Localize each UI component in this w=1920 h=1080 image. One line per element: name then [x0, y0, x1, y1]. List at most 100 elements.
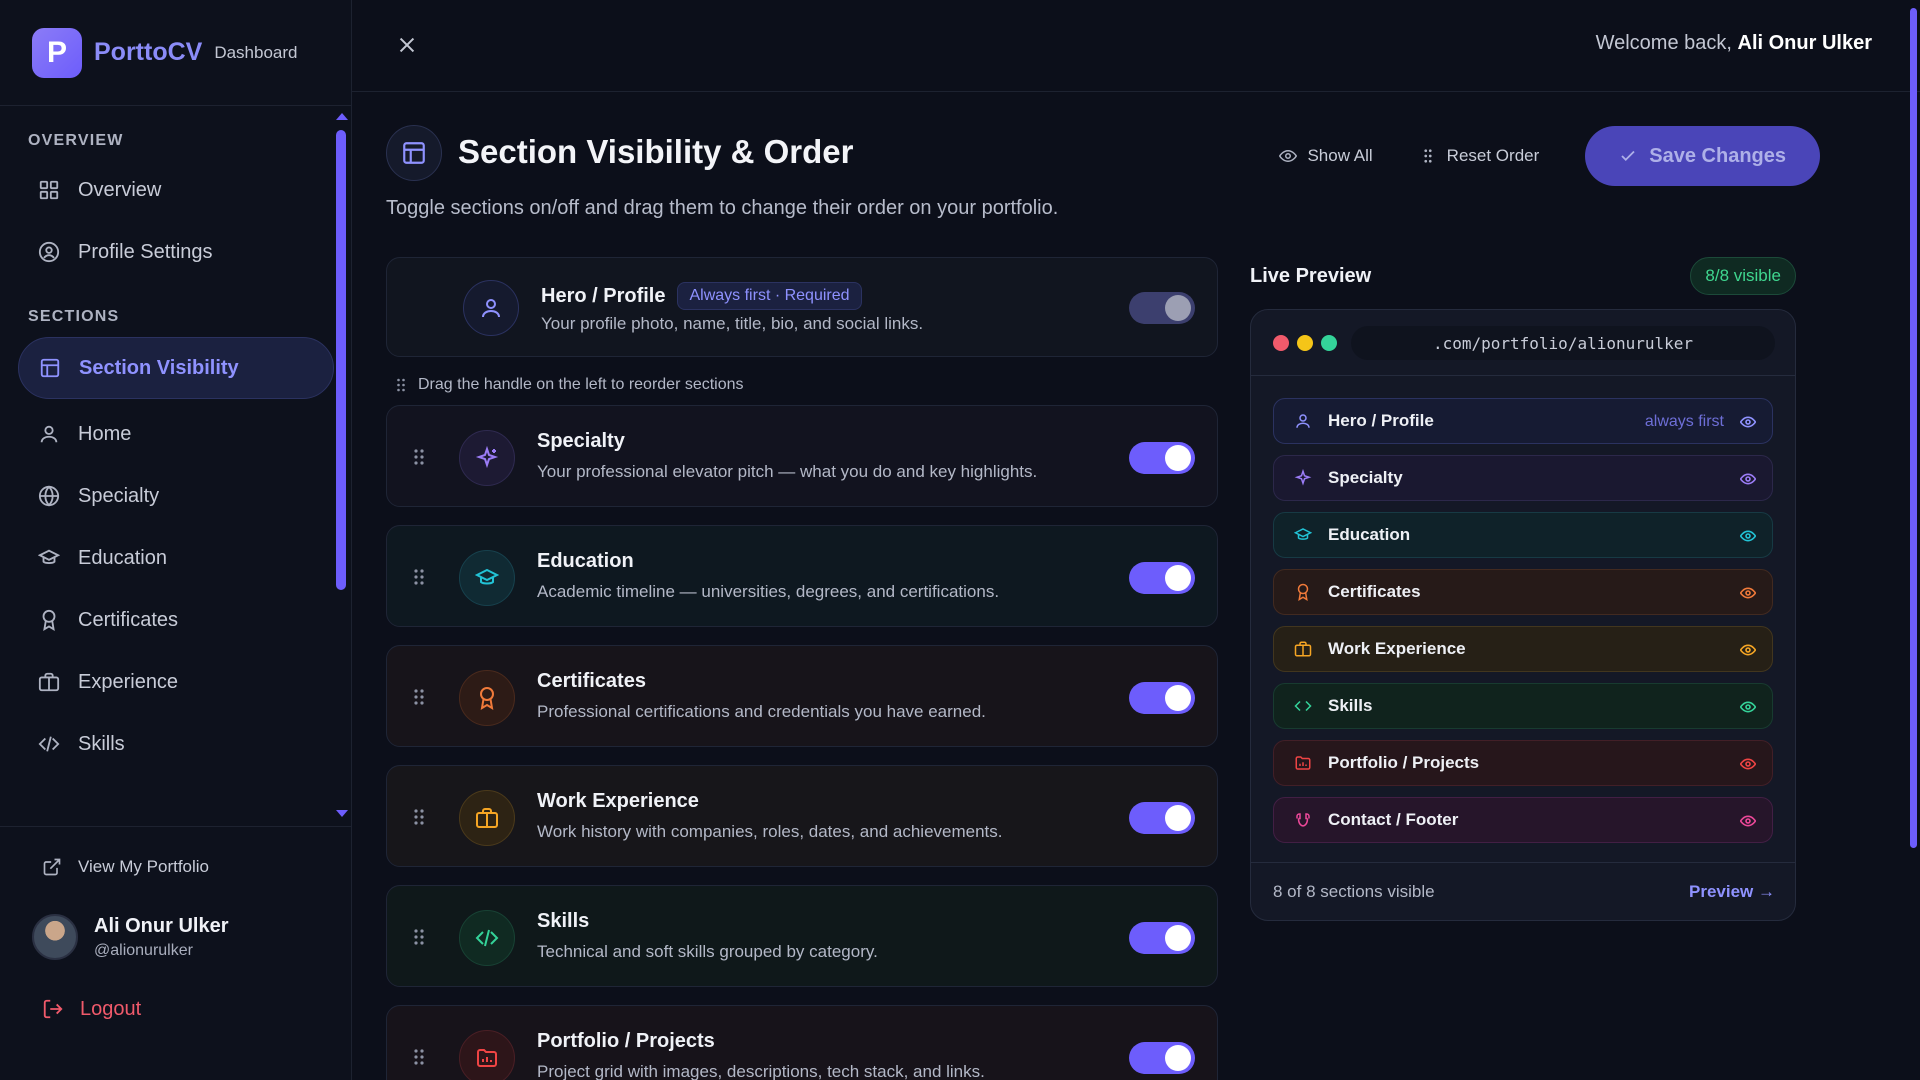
drag-handle-icon[interactable]	[413, 1048, 425, 1066]
sidebar-item-section-visibility[interactable]: Section Visibility	[18, 337, 334, 399]
preview-row-specialty: Specialty	[1273, 455, 1773, 501]
preview-row-certificates: Certificates	[1273, 569, 1773, 615]
welcome-prefix: Welcome back,	[1595, 32, 1732, 54]
sidebar-scrollbar-thumb[interactable]	[336, 130, 346, 590]
save-changes-button[interactable]: Save Changes	[1585, 126, 1820, 186]
drag-handle-icon	[397, 378, 405, 392]
folder-chart-icon	[1295, 756, 1311, 770]
briefcase-icon	[1294, 641, 1312, 657]
sidebar-item-label: Overview	[78, 178, 162, 201]
brand-name[interactable]: PorttoCV	[94, 38, 202, 67]
work-experience-visibility-toggle[interactable]	[1129, 802, 1195, 834]
user-icon	[1296, 414, 1310, 428]
page-scrollbar[interactable]	[1906, 0, 1920, 1080]
layout-icon	[386, 125, 442, 181]
sidebar-item-profile-settings[interactable]: Profile Settings	[18, 221, 334, 283]
eye-icon	[1740, 473, 1756, 485]
user-circle-icon	[38, 241, 60, 263]
code-icon	[1294, 700, 1312, 712]
logout-button[interactable]: Logout	[0, 979, 352, 1039]
preview-row-label: Portfolio / Projects	[1328, 753, 1480, 772]
page-scrollbar-thumb[interactable]	[1910, 8, 1917, 848]
user-icon	[463, 280, 519, 336]
welcome-message: Welcome back, Ali Onur Ulker	[1596, 32, 1872, 55]
browser-bar: .com/portfolio/alionurulker	[1251, 310, 1795, 376]
preview-row-label: Education	[1328, 525, 1411, 544]
drag-handle-icon[interactable]	[413, 688, 425, 706]
page-subtitle: Toggle sections on/off and drag them to …	[386, 197, 1059, 219]
graduation-cap-icon	[1294, 528, 1312, 540]
eye-icon	[1740, 701, 1756, 713]
section-card-certificates[interactable]: Certificates Professional certifications…	[386, 645, 1218, 747]
eye-icon	[1740, 758, 1756, 770]
contact-icon	[1296, 813, 1310, 827]
section-list: Hero / Profile Always first · Required Yo…	[386, 257, 1218, 1080]
reset-order-button[interactable]: Reset Order	[1419, 146, 1539, 166]
view-portfolio-label: View My Portfolio	[78, 857, 210, 876]
drag-handle-icon[interactable]	[413, 808, 425, 826]
sidebar-nav: OVERVIEW Overview Profile Settings SECTI…	[0, 107, 352, 827]
award-icon	[459, 670, 515, 726]
skills-visibility-toggle[interactable]	[1129, 922, 1195, 954]
sidebar-item-experience[interactable]: Experience	[18, 651, 334, 713]
graduation-cap-icon	[38, 549, 60, 564]
page-title: Section Visibility & Order	[458, 133, 854, 170]
eye-icon	[1279, 149, 1298, 163]
preview-row-label: Skills	[1328, 696, 1373, 715]
certificates-visibility-toggle[interactable]	[1129, 682, 1195, 714]
sidebar-scroll-up-arrow[interactable]	[336, 113, 348, 120]
section-card-education[interactable]: Education Academic timeline — universiti…	[386, 525, 1218, 627]
section-card-portfolio[interactable]: Portfolio / Projects Project grid with i…	[386, 1005, 1218, 1080]
section-description: Work history with companies, roles, date…	[537, 822, 1003, 841]
sidebar-item-certificates[interactable]: Certificates	[18, 589, 334, 651]
preview-row-label: Hero / Profile	[1328, 411, 1434, 430]
section-title: Education	[537, 550, 634, 572]
drag-handle-icon[interactable]	[413, 928, 425, 946]
drag-handle-icon[interactable]	[413, 448, 425, 466]
main-content: Section Visibility & Order Toggle sectio…	[352, 93, 1906, 1080]
hero-section-card: Hero / Profile Always first · Required Yo…	[386, 257, 1218, 357]
welcome-user-name: Ali Onur Ulker	[1737, 32, 1872, 54]
section-card-skills[interactable]: Skills Technical and soft skills grouped…	[386, 885, 1218, 987]
sidebar-item-label: Home	[78, 422, 132, 445]
education-visibility-toggle[interactable]	[1129, 562, 1195, 594]
brand-logo[interactable]: P	[32, 27, 82, 78]
drag-hint-text: Drag the handle on the left to reorder s…	[418, 376, 744, 393]
sidebar-item-skills[interactable]: Skills	[18, 713, 334, 775]
section-description: Professional certifications and credenti…	[537, 702, 986, 721]
view-portfolio-link[interactable]: View My Portfolio	[0, 839, 352, 895]
show-all-button[interactable]: Show All	[1279, 146, 1373, 166]
preview-row-label: Contact / Footer	[1328, 810, 1459, 829]
user-profile[interactable]: Ali Onur Ulker @alionurulker	[0, 899, 352, 975]
section-description: Academic timeline — universities, degree…	[537, 582, 1000, 601]
section-description: Technical and soft skills grouped by cat…	[537, 942, 878, 961]
preview-row-note: always first	[1644, 413, 1724, 430]
sidebar-item-specialty[interactable]: Specialty	[18, 465, 334, 527]
nav-section-title-sections: SECTIONS	[28, 308, 120, 325]
window-minimize-dot	[1297, 335, 1313, 351]
sidebar-item-label: Profile Settings	[78, 240, 213, 263]
sidebar-item-label: Education	[78, 546, 167, 569]
preview-link[interactable]: Preview →	[1689, 882, 1775, 902]
window-close-dot	[1273, 335, 1289, 351]
section-card-work-experience[interactable]: Work Experience Work history with compan…	[386, 765, 1218, 867]
section-title: Hero / Profile	[541, 285, 666, 307]
close-icon[interactable]	[396, 34, 418, 56]
portfolio-visibility-toggle[interactable]	[1129, 1042, 1195, 1074]
section-description: Project grid with images, descriptions, …	[537, 1062, 985, 1080]
section-title: Work Experience	[537, 790, 699, 812]
sidebar-item-overview[interactable]: Overview	[18, 159, 334, 221]
specialty-visibility-toggle[interactable]	[1129, 442, 1195, 474]
live-preview-header: Live Preview 8/8 visible	[1250, 257, 1796, 295]
sidebar: P PorttoCV Dashboard OVERVIEW Overview P…	[0, 0, 352, 1080]
eye-icon	[1740, 416, 1756, 428]
drag-handle-icon[interactable]	[413, 568, 425, 586]
avatar	[32, 914, 78, 960]
section-card-specialty[interactable]: Specialty Your professional elevator pit…	[386, 405, 1218, 507]
sidebar-item-home[interactable]: Home	[18, 403, 334, 465]
eye-icon	[1740, 815, 1756, 827]
sidebar-item-education[interactable]: Education	[18, 527, 334, 589]
hero-title-row: Hero / Profile Always first · Required	[541, 282, 862, 310]
sidebar-scroll-down-arrow[interactable]	[336, 810, 348, 817]
hero-visibility-toggle	[1129, 292, 1195, 324]
